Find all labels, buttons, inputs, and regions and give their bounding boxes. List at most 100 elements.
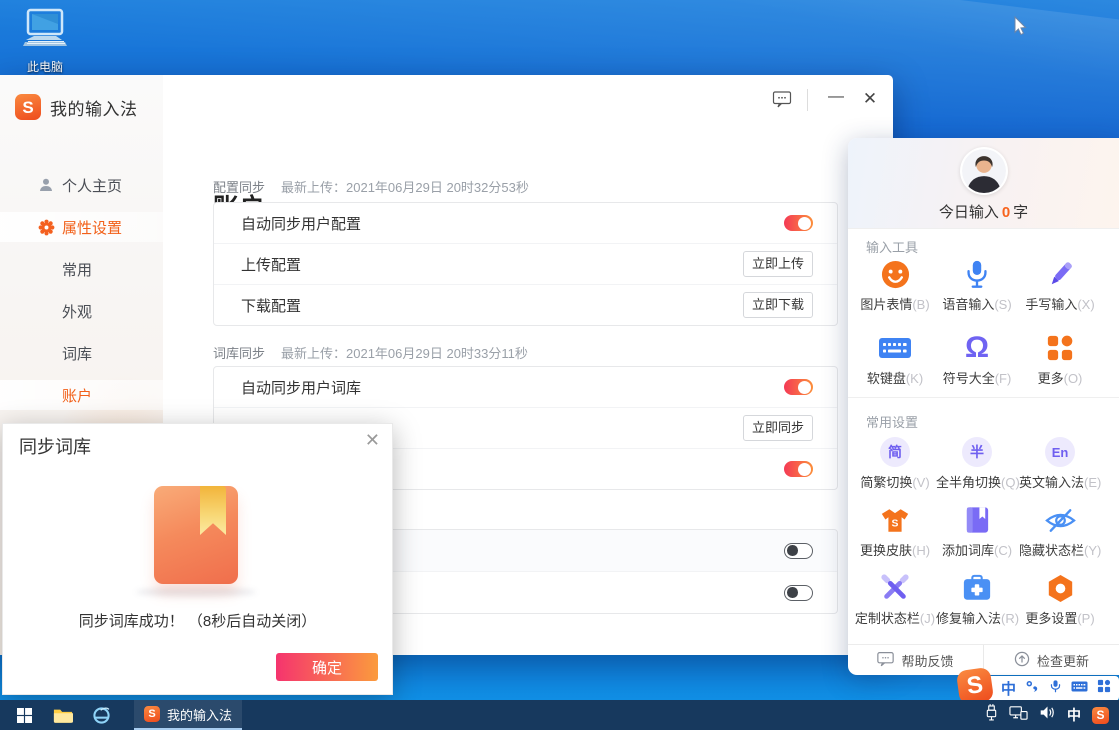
internet-explorer-button[interactable] bbox=[82, 700, 120, 730]
section-header-config-sync: 配置同步 最新上传：2021年06月29日 20时32分53秒 bbox=[213, 177, 529, 196]
tool-soft-keyboard[interactable]: 软键盘(K) bbox=[854, 330, 936, 387]
start-button[interactable] bbox=[4, 700, 44, 730]
setting-add-lexicon[interactable]: 添加词库(C) bbox=[936, 502, 1018, 559]
file-explorer-button[interactable] bbox=[44, 700, 82, 730]
sidebar-item-lexicon[interactable]: 词库 bbox=[0, 338, 163, 368]
dialog-message: 同步词库成功！ （8秒后自动关闭） bbox=[3, 610, 392, 631]
ime-toolbox-panel: 今日输入0字 输入工具 图片表情(B) 语音输入(S) 手写输入(X) 软键盘(… bbox=[848, 138, 1119, 675]
sidebar-item-appearance[interactable]: 外观 bbox=[0, 296, 163, 326]
ime-keyboard-icon[interactable] bbox=[1071, 680, 1088, 698]
upload-now-button[interactable]: 立即上传 bbox=[743, 251, 813, 277]
ime-mic-icon[interactable] bbox=[1049, 678, 1062, 699]
setting-repair-ime[interactable]: 修复输入法(R) bbox=[936, 570, 1018, 627]
tray-sogou-icon[interactable]: S bbox=[1092, 707, 1109, 724]
gear-flower-icon bbox=[38, 219, 55, 236]
sync-toggle[interactable] bbox=[784, 461, 813, 477]
microphone-icon bbox=[936, 256, 1018, 292]
chat-bubble-icon bbox=[877, 651, 894, 670]
tray-ime-mode[interactable]: 中 bbox=[1067, 705, 1081, 725]
feedback-bubble-icon bbox=[772, 96, 792, 113]
app-title: 我的输入法 bbox=[50, 95, 138, 120]
this-pc-icon bbox=[22, 39, 68, 56]
setting-row: 下载配置 立即下载 bbox=[214, 285, 837, 325]
check-update-button[interactable]: 检查更新 bbox=[983, 645, 1119, 675]
setting-change-skin[interactable]: S 更换皮肤(H) bbox=[854, 502, 936, 559]
sogou-logo-icon: S bbox=[15, 94, 41, 120]
tool-more[interactable]: 更多(O) bbox=[1019, 330, 1101, 387]
tool-symbols[interactable]: Ω 符号大全(F) bbox=[936, 330, 1018, 387]
setting-toggle-off[interactable] bbox=[784, 585, 813, 601]
tool-voice[interactable]: 语音输入(S) bbox=[936, 256, 1018, 313]
download-now-button[interactable]: 立即下载 bbox=[743, 292, 813, 318]
dialog-close-icon[interactable]: ✕ bbox=[365, 430, 380, 451]
ime-punctuation-icon[interactable] bbox=[1025, 679, 1040, 699]
ime-toolbox-icon[interactable] bbox=[1097, 679, 1111, 698]
emoji-icon bbox=[854, 256, 936, 292]
desktop-icon-this-pc[interactable]: 此电脑 bbox=[14, 8, 76, 75]
jian-badge-icon: 简 bbox=[880, 437, 910, 467]
svg-text:S: S bbox=[892, 518, 899, 529]
setting-row: 自动同步用户词库 bbox=[214, 367, 837, 408]
medkit-icon bbox=[936, 570, 1018, 606]
last-upload-time: 最新上传：2021年06月29日 20时32分53秒 bbox=[281, 177, 529, 196]
dialog-title: 同步词库 bbox=[19, 433, 91, 459]
controls-divider bbox=[807, 89, 808, 111]
ban-badge-icon: 半 bbox=[962, 437, 992, 467]
sidebar-item-label: 个人主页 bbox=[62, 175, 122, 196]
setting-full-half-width[interactable]: 半 全半角切换(Q) bbox=[936, 434, 1018, 491]
en-badge-icon: En bbox=[1045, 437, 1075, 467]
sidebar-item-label: 属性设置 bbox=[62, 217, 122, 238]
sidebar-item-general[interactable]: 常用 bbox=[0, 254, 163, 284]
today-count: 0 bbox=[999, 204, 1013, 221]
sync-lexicon-dialog: 同步词库 ✕ 同步词库成功！ （8秒后自动关闭） 确定 bbox=[2, 423, 393, 695]
setting-customize-statusbar[interactable]: 定制状态栏(J) bbox=[854, 570, 936, 627]
tool-handwriting[interactable]: 手写输入(X) bbox=[1019, 256, 1101, 313]
auto-sync-lexicon-toggle[interactable] bbox=[784, 379, 813, 395]
tool-emoji[interactable]: 图片表情(B) bbox=[854, 256, 936, 313]
avatar[interactable] bbox=[960, 147, 1008, 195]
feedback-button[interactable] bbox=[771, 90, 793, 112]
setting-simp-trad[interactable]: 简 简繁切换(V) bbox=[854, 434, 936, 491]
ime-status-bar: 中 bbox=[986, 676, 1119, 701]
tools-icon bbox=[854, 570, 936, 606]
setting-hide-statusbar[interactable]: 隐藏状态栏(Y) bbox=[1019, 502, 1101, 559]
network-icon[interactable] bbox=[1009, 705, 1028, 726]
mouse-cursor bbox=[1014, 16, 1029, 41]
system-tray: 中 S bbox=[985, 704, 1119, 726]
last-upload-time: 最新上传：2021年06月29日 20时33分11秒 bbox=[281, 343, 528, 362]
section-label-input-tools: 输入工具 bbox=[866, 237, 918, 256]
book-icon bbox=[936, 502, 1018, 538]
taskbar-active-task[interactable]: S 我的输入法 bbox=[134, 700, 242, 730]
close-button[interactable]: ✕ bbox=[858, 89, 882, 109]
setting-toggle-off[interactable] bbox=[784, 543, 813, 559]
sidebar-item-settings[interactable]: 属性设置 bbox=[0, 212, 163, 242]
volume-icon[interactable] bbox=[1039, 705, 1056, 725]
sync-now-button[interactable]: 立即同步 bbox=[743, 415, 813, 441]
setting-row: 上传配置 立即上传 bbox=[214, 244, 837, 285]
lexicon-book-icon bbox=[154, 486, 238, 584]
shirt-icon: S bbox=[854, 502, 936, 538]
usb-icon[interactable] bbox=[985, 704, 998, 726]
omega-icon: Ω bbox=[965, 333, 989, 363]
pencil-icon bbox=[1019, 256, 1101, 292]
sidebar-item-home[interactable]: 个人主页 bbox=[0, 170, 163, 200]
today-input-count: 今日输入0字 bbox=[848, 201, 1119, 222]
setting-english-ime[interactable]: En 英文输入法(E) bbox=[1019, 434, 1101, 491]
app-logo-row: S 我的输入法 bbox=[15, 94, 138, 120]
ime-mode-chinese[interactable]: 中 bbox=[1001, 678, 1016, 699]
section-header-lexicon-sync: 词库同步 最新上传：2021年06月29日 20时33分11秒 bbox=[213, 343, 528, 362]
config-sync-card: 自动同步用户配置 上传配置 立即上传 下载配置 立即下载 bbox=[213, 202, 838, 326]
setting-more-settings[interactable]: 更多设置(P) bbox=[1019, 570, 1101, 627]
minimize-button[interactable]: — bbox=[824, 88, 848, 106]
update-arrow-icon bbox=[1014, 651, 1030, 670]
sogou-logo-icon: S bbox=[144, 706, 160, 722]
keyboard-icon bbox=[854, 330, 936, 366]
section-label-common-settings: 常用设置 bbox=[866, 412, 918, 431]
more-grid-icon bbox=[1019, 330, 1101, 366]
setting-row: 自动同步用户配置 bbox=[214, 203, 837, 244]
eye-off-icon bbox=[1019, 502, 1101, 538]
user-icon bbox=[38, 177, 55, 193]
auto-sync-config-toggle[interactable] bbox=[784, 215, 813, 231]
ok-button[interactable]: 确定 bbox=[276, 653, 378, 681]
sidebar-item-account[interactable]: 账户 bbox=[0, 380, 163, 410]
